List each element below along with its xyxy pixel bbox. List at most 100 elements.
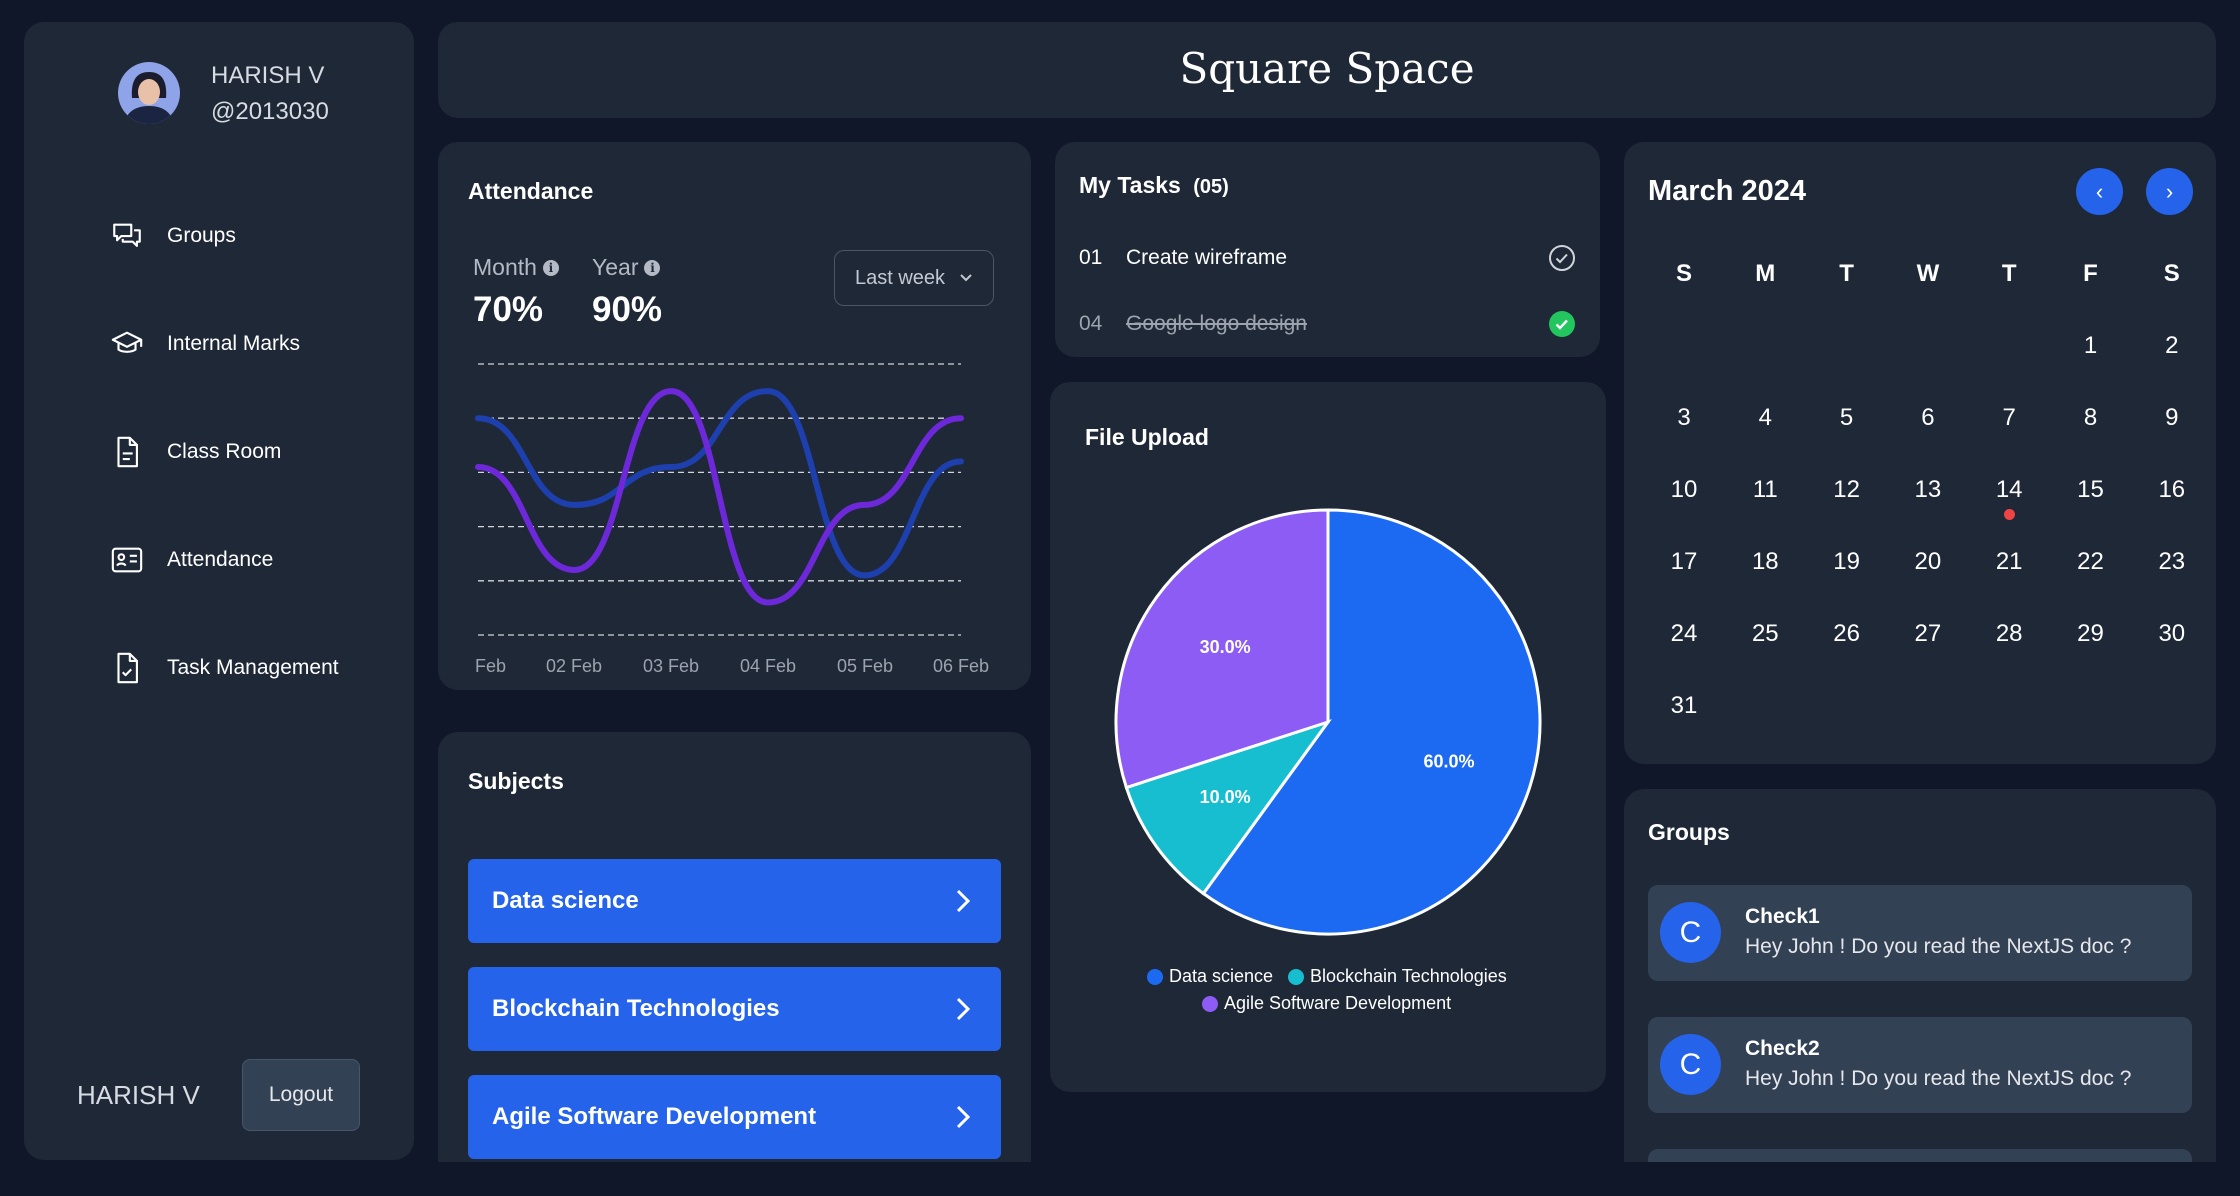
subject-item[interactable]: Data science (468, 859, 1001, 943)
graduation-cap-icon (109, 326, 145, 362)
group-item[interactable]: C Check2 Hey John ! Do you read the Next… (1648, 1017, 2192, 1113)
calendar-day[interactable]: 31 (1659, 692, 1709, 720)
calendar-day[interactable]: 26 (1822, 620, 1872, 648)
subjects-card: Subjects Data science Blockchain Technol… (438, 732, 1031, 1162)
chevron-right-icon (956, 889, 971, 913)
calendar-day[interactable]: 11 (1740, 476, 1790, 504)
weekday-header: T (2001, 260, 2017, 287)
tasks-card: My Tasks (05) 01 Create wireframe 04 Goo… (1055, 142, 1600, 357)
calendar-day[interactable]: 10 (1659, 476, 1709, 504)
task-number: 04 (1079, 312, 1103, 335)
group-item[interactable]: C Check1 Hey John ! Do you read the Next… (1648, 885, 2192, 981)
sidebar-item-attendance[interactable]: Attendance (109, 542, 273, 578)
calendar-prev-button[interactable]: ‹ (2076, 168, 2123, 215)
sidebar-item-class-room[interactable]: Class Room (109, 434, 281, 470)
calendar-day[interactable]: 13 (1903, 476, 1953, 504)
calendar-day[interactable]: 20 (1903, 548, 1953, 576)
x-tick-label: 05 Feb (837, 656, 894, 676)
check-circle-filled-icon[interactable] (1548, 310, 1576, 338)
calendar-day[interactable]: 18 (1740, 548, 1790, 576)
footer-user-name: HARISH V (77, 1080, 200, 1110)
task-item[interactable]: 04 Google logo design (1079, 310, 1576, 338)
calendar-day[interactable]: 2 (2147, 332, 2197, 360)
calendar-day[interactable]: 22 (2066, 548, 2116, 576)
tasks-count: (05) (1193, 176, 1229, 198)
header: Square Space (438, 22, 2216, 118)
calendar-day[interactable]: 15 (2066, 476, 2116, 504)
document-icon (109, 434, 145, 470)
user-name: HARISH V (211, 62, 325, 89)
task-item[interactable]: 01 Create wireframe (1079, 244, 1576, 272)
calendar-day[interactable]: 28 (1984, 620, 2034, 648)
calendar-day[interactable]: 12 (1822, 476, 1872, 504)
sidebar-item-internal-marks[interactable]: Internal Marks (109, 326, 300, 362)
weekday-header: F (2083, 260, 2098, 287)
calendar-day[interactable]: 27 (1903, 620, 1953, 648)
calendar-day[interactable]: 25 (1740, 620, 1790, 648)
pie-slice-label: 10.0% (1200, 787, 1251, 807)
legend-item[interactable]: Data science (1147, 966, 1273, 987)
sidebar-item-label: Internal Marks (167, 332, 301, 355)
subject-item[interactable]: Agile Software Development (468, 1075, 1001, 1159)
check-circle-icon[interactable] (1548, 244, 1576, 272)
legend-label: Blockchain Technologies (1310, 966, 1507, 986)
page-title: Square Space (1179, 44, 1475, 93)
x-tick-label: Feb (475, 656, 507, 676)
sidebar-item-label: Attendance (167, 548, 274, 571)
legend-dot (1147, 968, 1163, 985)
legend-item[interactable]: Agile Software Development (1202, 993, 1451, 1014)
group-avatar: C (1660, 1034, 1721, 1095)
logout-button[interactable]: Logout (242, 1059, 360, 1131)
subject-item[interactable]: Blockchain Technologies (468, 967, 1001, 1051)
group-message: Hey John ! Do you read the NextJS doc ? (1745, 935, 2132, 958)
weekday-header: S (1675, 260, 1692, 287)
calendar-day[interactable]: 3 (1659, 404, 1709, 432)
subject-label: Data science (492, 887, 639, 914)
user-handle: @2013030 (211, 98, 329, 125)
calendar-day[interactable]: 29 (2066, 620, 2116, 648)
calendar-day[interactable]: 16 (2147, 476, 2197, 504)
calendar-day[interactable]: 5 (1822, 404, 1872, 432)
calendar-day[interactable]: 21 (1984, 548, 2034, 576)
calendar-day[interactable]: 23 (2147, 548, 2197, 576)
calendar-next-button[interactable]: › (2146, 168, 2193, 215)
subject-label: Agile Software Development (492, 1103, 817, 1130)
calendar-day[interactable]: 9 (2147, 404, 2197, 432)
document-check-icon (109, 650, 145, 686)
group-message: Hey John ! Do you read the NextJS doc ? (1745, 1067, 2132, 1090)
calendar-day[interactable]: 1 (2066, 332, 2116, 360)
x-tick-label: 03 Feb (643, 656, 700, 676)
chevron-right-icon (956, 997, 971, 1021)
calendar-day[interactable]: 19 (1822, 548, 1872, 576)
subject-label: Blockchain Technologies (492, 995, 780, 1022)
groups-card: Groups C Check1 Hey John ! Do you read t… (1624, 789, 2216, 1162)
task-number: 01 (1079, 246, 1103, 269)
calendar-day[interactable]: 6 (1903, 404, 1953, 432)
x-tick-label: 02 Feb (546, 656, 603, 676)
pie-slice-label: 30.0% (1200, 637, 1251, 657)
group-avatar: C (1660, 902, 1721, 963)
group-item-partial[interactable] (1648, 1149, 2192, 1162)
sidebar-item-groups[interactable]: Groups (109, 218, 236, 254)
task-text: Create wireframe (1126, 246, 1288, 269)
weekday-header: W (1916, 260, 1940, 287)
avatar[interactable] (118, 62, 180, 124)
calendar-card: March 2024 ‹ › S M T W T F S 1 2 3 4 5 6 7 8 9 10 11 12 13 1… (1624, 142, 2216, 764)
legend-item[interactable]: Blockchain Technologies (1288, 966, 1507, 987)
calendar-day[interactable]: 7 (1984, 404, 2034, 432)
attendance-card: Attendance Month i 70% Year i 90% Last w… (438, 142, 1031, 690)
calendar-day[interactable]: 4 (1740, 404, 1790, 432)
calendar-day[interactable]: 24 (1659, 620, 1709, 648)
sidebar-item-task-management[interactable]: Task Management (109, 650, 339, 686)
calendar-day[interactable]: 17 (1659, 548, 1709, 576)
file-upload-card: File Upload 60.0% 10.0% 30.0% Data science… (1050, 382, 1606, 1092)
event-indicator (2004, 509, 2016, 520)
calendar-day[interactable]: 30 (2147, 620, 2197, 648)
sidebar-item-label: Class Room (167, 440, 282, 463)
calendar-day[interactable]: 14 (1984, 476, 2034, 504)
calendar-day[interactable]: 8 (2066, 404, 2116, 432)
legend-dot (1288, 968, 1304, 985)
legend-label: Data science (1169, 966, 1274, 986)
group-name: Check1 (1745, 905, 1820, 928)
legend-label: Agile Software Development (1224, 993, 1452, 1013)
